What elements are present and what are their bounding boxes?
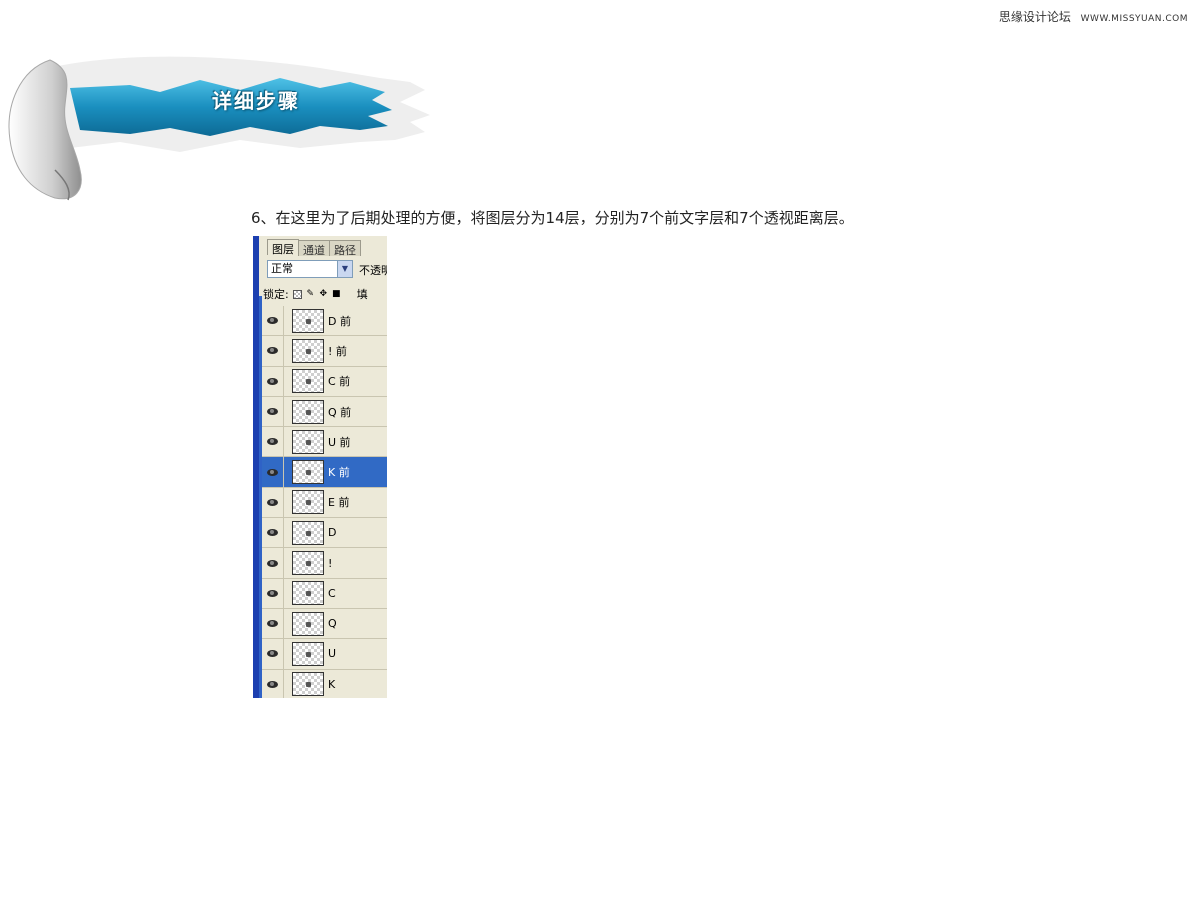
layer-name: C 前 bbox=[328, 375, 351, 389]
visibility-eye-icon[interactable] bbox=[262, 336, 284, 366]
visibility-eye-icon[interactable] bbox=[262, 487, 284, 518]
layer-row[interactable]: U 前 bbox=[262, 427, 387, 458]
layer-thumbnail bbox=[292, 520, 324, 545]
layer-thumbnail bbox=[292, 641, 324, 666]
visibility-eye-icon[interactable] bbox=[262, 518, 284, 548]
layer-row[interactable]: U bbox=[262, 639, 387, 670]
layer-thumbnail bbox=[292, 611, 324, 636]
layer-row[interactable]: ! 前 bbox=[262, 336, 387, 367]
step-description: 6、在这里为了后期处理的方便，将图层分为14层，分别为7个前文字层和7个透视距离… bbox=[251, 209, 854, 227]
layer-row[interactable]: D 前 bbox=[262, 306, 387, 337]
opacity-label: 不透明 bbox=[359, 264, 387, 277]
torn-paper-banner bbox=[8, 56, 430, 201]
site-name: 思缘设计论坛 bbox=[998, 10, 1071, 24]
lock-label: 锁定: bbox=[263, 288, 289, 301]
layer-thumbnail bbox=[292, 460, 324, 485]
layer-name: D 前 bbox=[328, 314, 351, 328]
lock-transparency-icon[interactable] bbox=[292, 289, 302, 299]
visibility-eye-icon[interactable] bbox=[262, 578, 284, 608]
layer-name: Q 前 bbox=[328, 405, 352, 419]
layer-row[interactable]: C 前 bbox=[262, 366, 387, 397]
move-icon[interactable]: ✥ bbox=[319, 289, 328, 299]
layer-row[interactable]: K bbox=[262, 669, 387, 698]
layer-name: U bbox=[328, 647, 337, 661]
layer-row-selected[interactable]: K 前 bbox=[262, 457, 387, 488]
layer-thumbnail bbox=[292, 399, 324, 424]
layer-list: D 前 ! 前 C 前 Q 前 U 前 K 前 E 前 D ! C Q U K bbox=[262, 306, 387, 698]
layer-thumbnail bbox=[292, 429, 324, 454]
blend-mode-value: 正常 bbox=[271, 262, 293, 275]
layer-thumbnail bbox=[292, 338, 324, 363]
site-watermark: 思缘设计论坛 WWW.MISSYUAN.COM bbox=[999, 8, 1188, 25]
layer-name: D bbox=[328, 526, 337, 540]
brush-icon[interactable]: ✎ bbox=[306, 289, 315, 299]
layer-row[interactable]: ! bbox=[262, 548, 387, 579]
layer-name: U 前 bbox=[328, 435, 351, 449]
visibility-eye-icon[interactable] bbox=[262, 457, 284, 487]
blend-mode-select[interactable]: 正常 ▼ bbox=[267, 260, 353, 278]
visibility-eye-icon[interactable] bbox=[262, 427, 284, 457]
layer-thumbnail bbox=[292, 581, 324, 606]
layer-name: Q bbox=[328, 617, 337, 631]
visibility-eye-icon[interactable] bbox=[262, 669, 284, 698]
layer-row[interactable]: C bbox=[262, 578, 387, 609]
layer-name: ! bbox=[328, 556, 333, 570]
layer-row[interactable]: E 前 bbox=[262, 487, 387, 519]
banner-title: 详细步骤 bbox=[212, 89, 300, 113]
visibility-eye-icon[interactable] bbox=[262, 639, 284, 669]
visibility-eye-icon[interactable] bbox=[262, 306, 284, 336]
layer-name: ! 前 bbox=[328, 344, 347, 358]
layer-name: E 前 bbox=[328, 496, 350, 510]
layer-thumbnail bbox=[292, 308, 324, 333]
visibility-eye-icon[interactable] bbox=[262, 396, 284, 427]
layers-panel-screenshot: 图层 通道 路径 正常 ▼ 不透明 锁定: ✎ ✥ ■ 填 D 前 ! 前 C … bbox=[253, 236, 387, 698]
layer-row[interactable]: Q 前 bbox=[262, 396, 387, 428]
tab-channels[interactable]: 通道 bbox=[298, 240, 330, 257]
tab-layers[interactable]: 图层 bbox=[267, 239, 299, 256]
chevron-down-icon[interactable]: ▼ bbox=[337, 261, 352, 277]
layer-thumbnail bbox=[292, 551, 324, 576]
lock-row: 锁定: ✎ ✥ ■ 填 bbox=[263, 286, 368, 302]
lock-icon[interactable]: ■ bbox=[332, 289, 341, 299]
layer-thumbnail bbox=[292, 672, 324, 697]
panel-tabs: 图层 通道 路径 bbox=[267, 239, 361, 257]
fill-label: 填 bbox=[356, 288, 368, 301]
site-url: WWW.MISSYUAN.COM bbox=[1080, 14, 1188, 24]
layer-name: K 前 bbox=[328, 466, 350, 480]
visibility-eye-icon[interactable] bbox=[262, 366, 284, 396]
tab-paths[interactable]: 路径 bbox=[329, 240, 361, 257]
layer-row[interactable]: Q bbox=[262, 608, 387, 640]
visibility-eye-icon[interactable] bbox=[262, 608, 284, 639]
layer-name: C bbox=[328, 586, 336, 600]
visibility-eye-icon[interactable] bbox=[262, 548, 284, 578]
layer-thumbnail bbox=[292, 369, 324, 394]
layer-name: K bbox=[328, 677, 336, 691]
layer-thumbnail bbox=[292, 490, 324, 515]
layer-row[interactable]: D bbox=[262, 518, 387, 549]
